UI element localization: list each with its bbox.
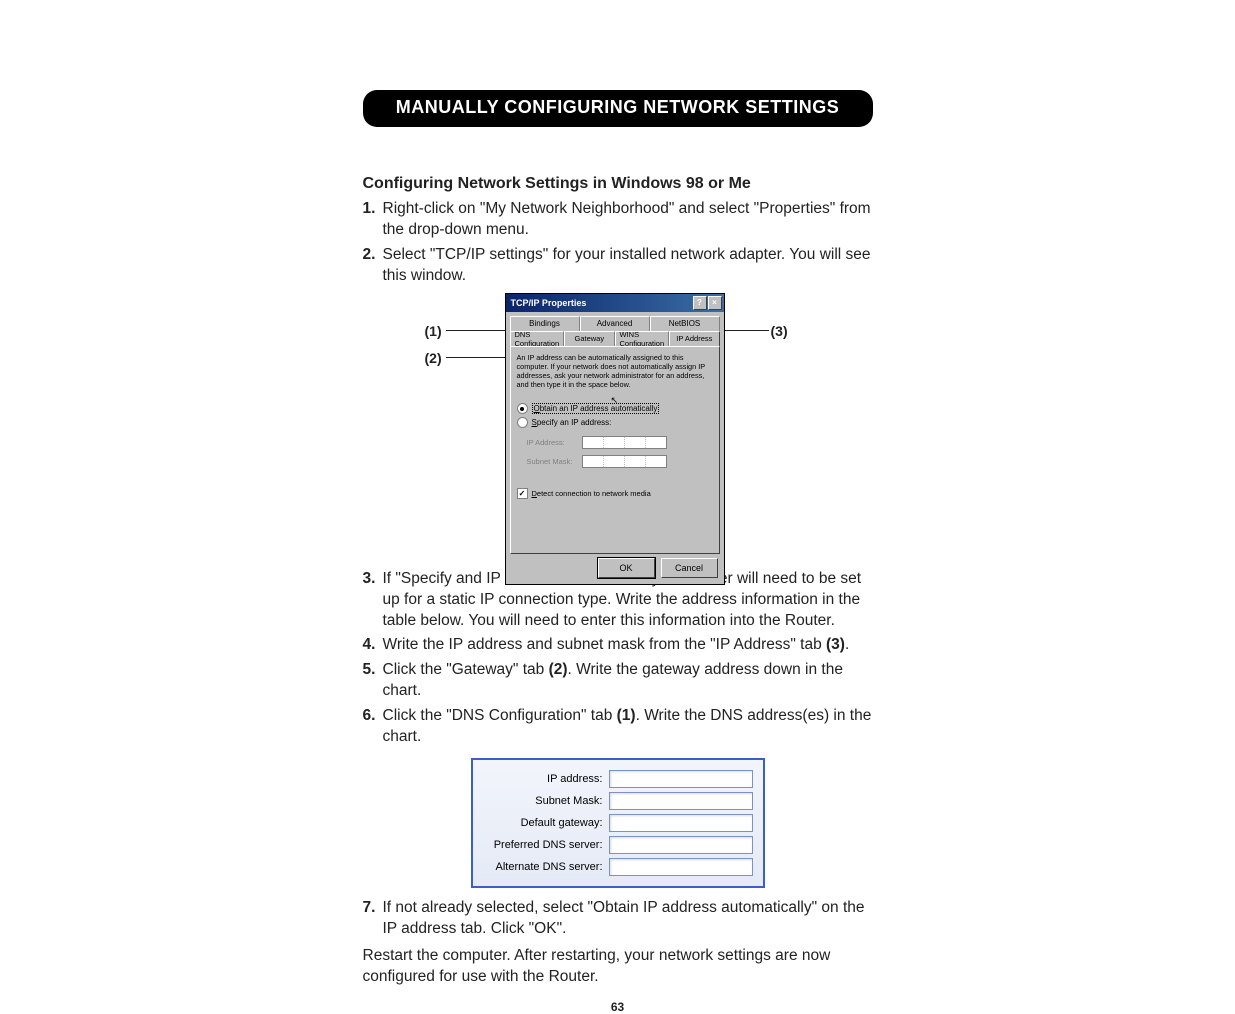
- tab-strip: Bindings Advanced NetBIOS DNS Configurat…: [510, 316, 720, 346]
- subnet-mask-field[interactable]: [609, 792, 753, 810]
- list-item: 6.Click the "DNS Configuration" tab (1).…: [363, 706, 873, 748]
- tab-wins-configuration[interactable]: WINS Configuration: [615, 331, 670, 346]
- step-number: 5.: [363, 660, 383, 702]
- dialog-title: TCP/IP Properties: [508, 298, 692, 308]
- radio-label: Specify an IP address:: [532, 418, 612, 427]
- instruction-list-c: 7.If not already selected, select "Obtai…: [363, 898, 873, 940]
- tab-ip-address[interactable]: IP Address: [669, 331, 719, 346]
- table-row: Alternate DNS server:: [483, 858, 753, 876]
- dialog-titlebar: TCP/IP Properties ? ×: [506, 294, 724, 312]
- list-item: 5.Click the "Gateway" tab (2). Write the…: [363, 660, 873, 702]
- dialog-helptext: An IP address can be automatically assig…: [517, 353, 713, 389]
- address-table: IP address: Subnet Mask: Default gateway…: [471, 758, 765, 888]
- document-page: MANUALLY CONFIGURING NETWORK SETTINGS Co…: [0, 0, 1235, 954]
- step-number: 4.: [363, 635, 383, 656]
- checkbox-label: Detect connection to network media: [532, 489, 651, 498]
- radio-icon: [517, 403, 528, 414]
- section-banner: MANUALLY CONFIGURING NETWORK SETTINGS: [363, 90, 873, 127]
- tab-advanced[interactable]: Advanced: [580, 316, 650, 331]
- table-row: Preferred DNS server:: [483, 836, 753, 854]
- tab-dns-configuration[interactable]: DNS Configuration: [510, 331, 565, 346]
- ip-address-input[interactable]: [582, 436, 667, 449]
- list-item: 1.Right-click on "My Network Neighborhoo…: [363, 199, 873, 241]
- ok-button[interactable]: OK: [598, 558, 655, 578]
- instruction-list-b: 3.If "Specify and IP address" is selecte…: [363, 569, 873, 748]
- table-row: Subnet Mask:: [483, 792, 753, 810]
- step-text: Select "TCP/IP settings" for your instal…: [383, 245, 873, 287]
- step-text: Write the IP address and subnet mask fro…: [383, 635, 873, 656]
- step-text: If not already selected, select "Obtain …: [383, 898, 873, 940]
- row-label: Preferred DNS server:: [483, 839, 609, 851]
- cancel-button[interactable]: Cancel: [661, 558, 718, 578]
- callout-3: (3): [771, 323, 788, 339]
- ip-address-label: IP Address:: [527, 438, 582, 447]
- preferred-dns-field[interactable]: [609, 836, 753, 854]
- callout-2: (2): [425, 350, 442, 366]
- subnet-mask-label: Subnet Mask:: [527, 457, 582, 466]
- radio-label: Obtain an IP address automatically: [532, 403, 660, 414]
- page-number: 63: [363, 1000, 873, 1014]
- subnet-mask-input[interactable]: [582, 455, 667, 468]
- step-text: Click the "Gateway" tab (2). Write the g…: [383, 660, 873, 702]
- step-number: 3.: [363, 569, 383, 632]
- table-row: Default gateway:: [483, 814, 753, 832]
- step-text: Click the "DNS Configuration" tab (1). W…: [383, 706, 873, 748]
- subsection-title: Configuring Network Settings in Windows …: [363, 175, 873, 193]
- checkbox-icon: ✓: [517, 488, 528, 499]
- content-column: Configuring Network Settings in Windows …: [363, 175, 873, 1014]
- radio-icon: [517, 417, 528, 428]
- leader-line: [446, 357, 514, 358]
- tab-panel: An IP address can be automatically assig…: [510, 346, 720, 554]
- callout-1: (1): [425, 323, 442, 339]
- step-number: 2.: [363, 245, 383, 287]
- tab-netbios[interactable]: NetBIOS: [650, 316, 720, 331]
- row-label: Alternate DNS server:: [483, 861, 609, 873]
- tcpip-dialog: TCP/IP Properties ? × Bindings Advanced …: [505, 293, 725, 585]
- tab-gateway[interactable]: Gateway: [564, 331, 614, 346]
- close-button[interactable]: ×: [708, 296, 722, 310]
- ip-address-row: IP Address:: [527, 436, 713, 449]
- detect-connection-checkbox[interactable]: ✓ Detect connection to network media: [517, 488, 713, 499]
- help-button[interactable]: ?: [693, 296, 707, 310]
- leader-line: [719, 330, 769, 331]
- tab-bindings[interactable]: Bindings: [510, 316, 580, 331]
- step-number: 1.: [363, 199, 383, 241]
- ip-input-group: IP Address: Subnet Mask:: [527, 436, 713, 468]
- instruction-list-a: 1.Right-click on "My Network Neighborhoo…: [363, 199, 873, 287]
- table-row: IP address:: [483, 770, 753, 788]
- step-number: 6.: [363, 706, 383, 748]
- ip-address-field[interactable]: [609, 770, 753, 788]
- list-item: 4.Write the IP address and subnet mask f…: [363, 635, 873, 656]
- list-item: 7.If not already selected, select "Obtai…: [363, 898, 873, 940]
- step-number: 7.: [363, 898, 383, 940]
- subnet-mask-row: Subnet Mask:: [527, 455, 713, 468]
- default-gateway-field[interactable]: [609, 814, 753, 832]
- cursor-icon: ↖: [611, 395, 619, 406]
- dialog-button-row: OK Cancel: [506, 558, 724, 584]
- radio-specify-ip[interactable]: Specify an IP address:: [517, 417, 713, 428]
- row-label: Subnet Mask:: [483, 795, 609, 807]
- figure-wrapper: (1) (2) (3) TCP/IP Properties ? × Bindin…: [363, 293, 873, 563]
- alternate-dns-field[interactable]: [609, 858, 753, 876]
- list-item: 2.Select "TCP/IP settings" for your inst…: [363, 245, 873, 287]
- row-label: Default gateway:: [483, 817, 609, 829]
- dialog-body: Bindings Advanced NetBIOS DNS Configurat…: [506, 312, 724, 558]
- step-text: Right-click on "My Network Neighborhood"…: [383, 199, 873, 241]
- row-label: IP address:: [483, 773, 609, 785]
- closing-paragraph: Restart the computer. After restarting, …: [363, 946, 873, 988]
